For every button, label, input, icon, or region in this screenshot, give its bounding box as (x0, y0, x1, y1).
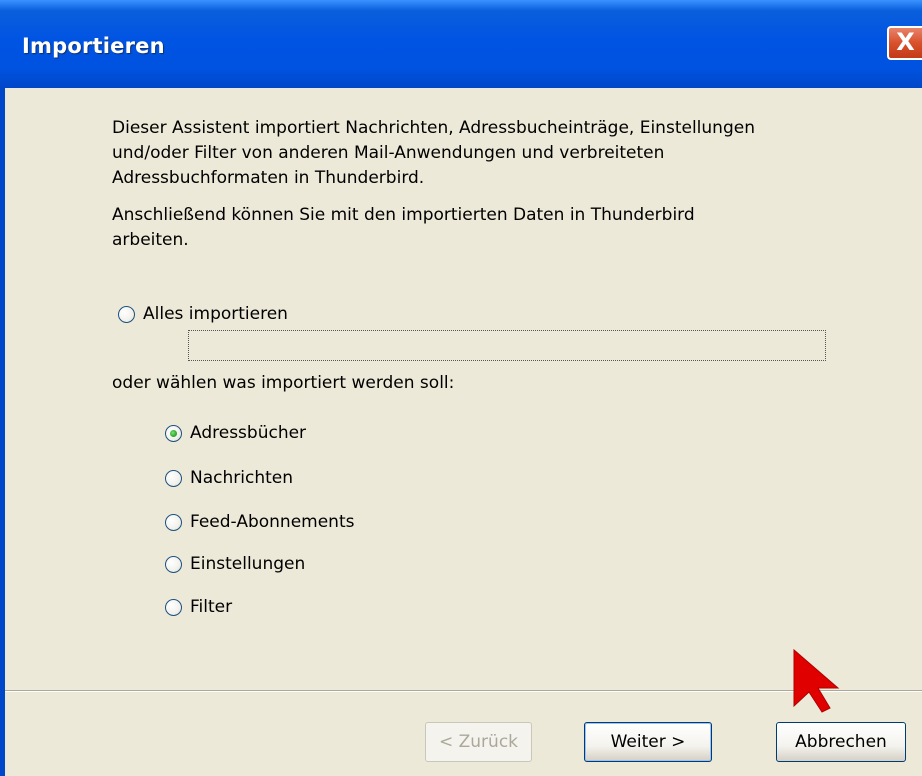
option-label[interactable]: Einstellungen (190, 554, 305, 574)
option-label[interactable]: Nachrichten (190, 468, 293, 488)
intro-text-line-4: Anschließend können Sie mit den importie… (112, 205, 695, 225)
radio-button-checked-icon[interactable] (165, 424, 182, 442)
separator (5, 690, 922, 692)
import-all-radio[interactable]: Alles importieren (118, 301, 288, 327)
choose-label: oder wählen was importiert werden soll: (112, 373, 455, 393)
option-label[interactable]: Feed-Abonnements (190, 512, 354, 532)
window-frame (0, 88, 5, 776)
back-button[interactable]: < Zurück (425, 722, 532, 762)
window-title: Importieren (22, 34, 165, 58)
import-dialog: Importieren X Dieser Assistent importier… (0, 0, 922, 776)
close-icon: X (896, 28, 915, 56)
option-settings[interactable]: Einstellungen (165, 551, 305, 577)
radio-button-icon[interactable] (165, 469, 182, 487)
option-label[interactable]: Adressbücher (190, 423, 306, 443)
radio-button-icon[interactable] (165, 598, 182, 616)
import-all-label[interactable]: Alles importieren (143, 304, 288, 324)
focus-rectangle (188, 330, 826, 361)
option-address-books[interactable]: Adressbücher (165, 420, 306, 446)
next-button[interactable]: Weiter > (584, 722, 712, 762)
intro-text-line-1: Dieser Assistent importiert Nachrichten,… (112, 118, 755, 138)
radio-button-icon[interactable] (118, 305, 135, 323)
option-label[interactable]: Filter (190, 597, 232, 617)
option-filter[interactable]: Filter (165, 594, 232, 620)
option-feeds[interactable]: Feed-Abonnements (165, 509, 354, 535)
option-messages[interactable]: Nachrichten (165, 465, 293, 491)
radio-button-icon[interactable] (165, 513, 182, 531)
intro-text-line-2: und/oder Filter von anderen Mail-Anwendu… (112, 143, 665, 163)
mouse-pointer-icon (793, 648, 840, 713)
radio-button-icon[interactable] (165, 555, 182, 573)
intro-text-line-3: Adressbuchformaten in Thunderbird. (112, 168, 425, 188)
cancel-button[interactable]: Abbrechen (776, 722, 906, 762)
title-bar[interactable]: Importieren X (0, 0, 922, 88)
close-button[interactable]: X (887, 26, 922, 60)
intro-text-line-5: arbeiten. (112, 230, 189, 250)
